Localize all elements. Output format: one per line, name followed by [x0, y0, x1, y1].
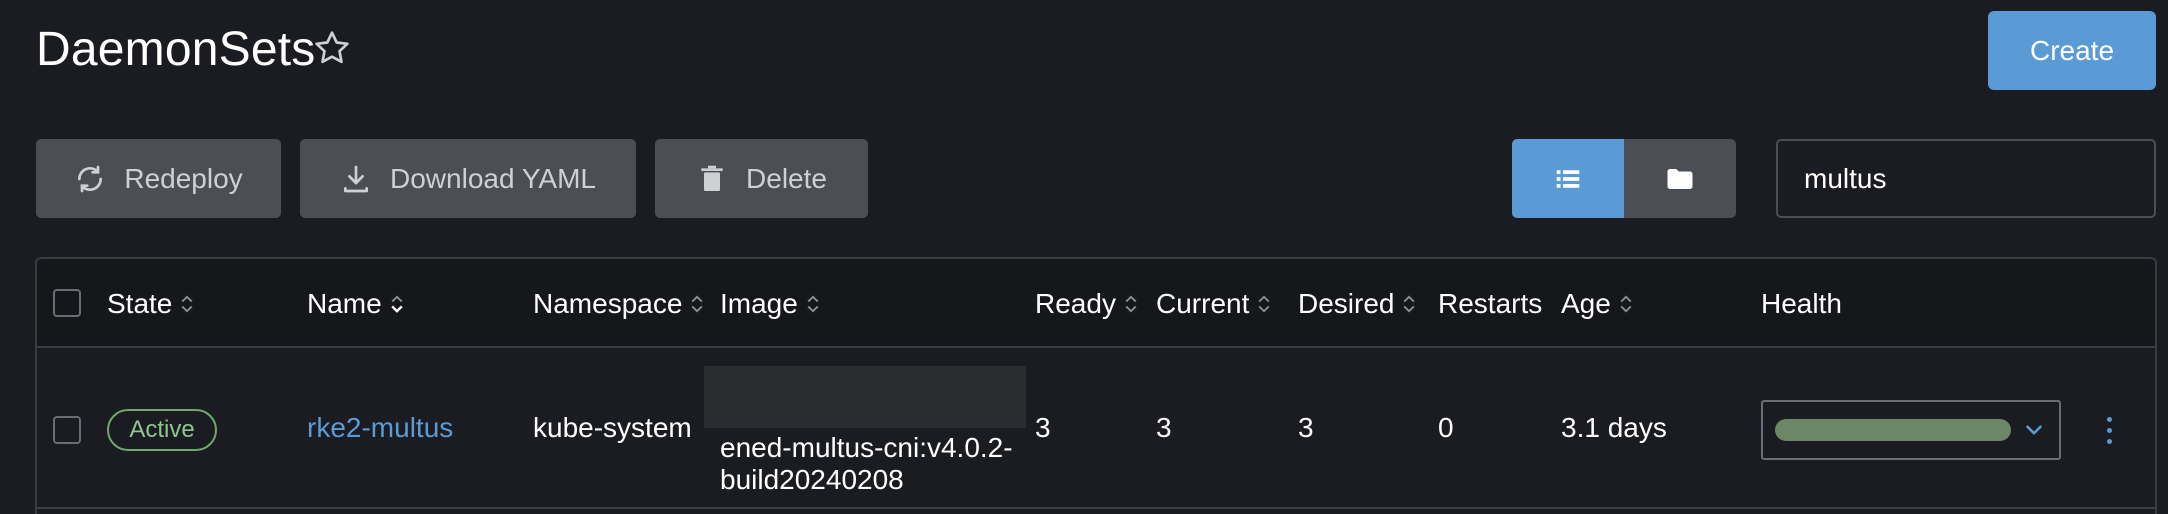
- column-header-ready[interactable]: Ready: [1035, 259, 1140, 348]
- sort-icon: [181, 294, 193, 313]
- health-bar: [1775, 419, 2011, 441]
- sort-icon: [1258, 294, 1270, 313]
- image-cell: ened-multus-cni:v4.0.2-build20240208: [720, 432, 1013, 495]
- redeploy-label: Redeploy: [124, 162, 243, 194]
- current-cell: 3: [1156, 412, 1172, 443]
- desired-cell: 3: [1298, 412, 1314, 443]
- daemonsets-page: DaemonSets Create Redeploy Download YAML…: [0, 0, 2168, 514]
- column-header-desired[interactable]: Desired: [1298, 259, 1418, 348]
- download-icon: [344, 165, 369, 192]
- search-input[interactable]: [1776, 139, 2156, 218]
- column-header-health: Health: [1761, 287, 1842, 319]
- favorite-star-icon[interactable]: [312, 28, 352, 68]
- ready-cell: 3: [1035, 412, 1051, 443]
- column-header-restarts: Restarts: [1438, 287, 1543, 319]
- page-title: DaemonSets: [36, 23, 316, 76]
- download-yaml-label: Download YAML: [390, 162, 596, 194]
- row-actions-kebab-icon[interactable]: [2097, 408, 2121, 452]
- column-header-name[interactable]: Name: [307, 259, 406, 348]
- column-header-namespace[interactable]: Namespace: [533, 259, 706, 348]
- create-button[interactable]: Create: [1988, 11, 2156, 90]
- daemonset-name-link[interactable]: rke2-multus: [307, 412, 453, 444]
- trash-icon: [701, 165, 723, 191]
- column-header-state[interactable]: State: [107, 259, 196, 348]
- group-view-button[interactable]: [1624, 139, 1736, 218]
- sort-icon: [1404, 294, 1415, 313]
- chevron-down-icon: [2026, 425, 2042, 435]
- list-icon: [1556, 169, 1580, 188]
- status-badge: Active: [107, 409, 217, 451]
- list-view-button[interactable]: [1512, 139, 1624, 218]
- delete-button[interactable]: Delete: [655, 139, 868, 218]
- view-mode-toggle: [1512, 139, 1736, 218]
- health-dropdown[interactable]: [1761, 400, 2061, 460]
- redeploy-button[interactable]: Redeploy: [36, 139, 281, 218]
- sort-descending-icon: [391, 294, 403, 313]
- age-cell: 3.1 days: [1561, 412, 1667, 443]
- sort-icon: [807, 294, 819, 313]
- column-header-age[interactable]: Age: [1561, 259, 1635, 348]
- restarts-cell: 0: [1438, 412, 1454, 443]
- column-header-image[interactable]: Image: [720, 259, 822, 348]
- table-header: State Name Namespace Image Ready Current: [37, 259, 2155, 348]
- sort-icon: [1620, 294, 1632, 313]
- refresh-icon: [78, 165, 103, 192]
- column-header-current[interactable]: Current: [1156, 259, 1273, 348]
- redacted-image-area: [704, 366, 1026, 428]
- select-all-checkbox[interactable]: [53, 289, 81, 317]
- download-yaml-button[interactable]: Download YAML: [300, 139, 636, 218]
- sort-icon: [691, 294, 703, 313]
- folder-icon: [1667, 168, 1693, 189]
- sort-icon: [1125, 294, 1137, 313]
- namespace-cell: kube-system: [533, 412, 692, 443]
- row-select-checkbox[interactable]: [53, 416, 81, 444]
- table-row: Active rke2-multus kube-system ened-mult…: [37, 350, 2155, 509]
- delete-label: Delete: [746, 162, 827, 194]
- daemonsets-table: State Name Namespace Image Ready Current: [35, 257, 2157, 514]
